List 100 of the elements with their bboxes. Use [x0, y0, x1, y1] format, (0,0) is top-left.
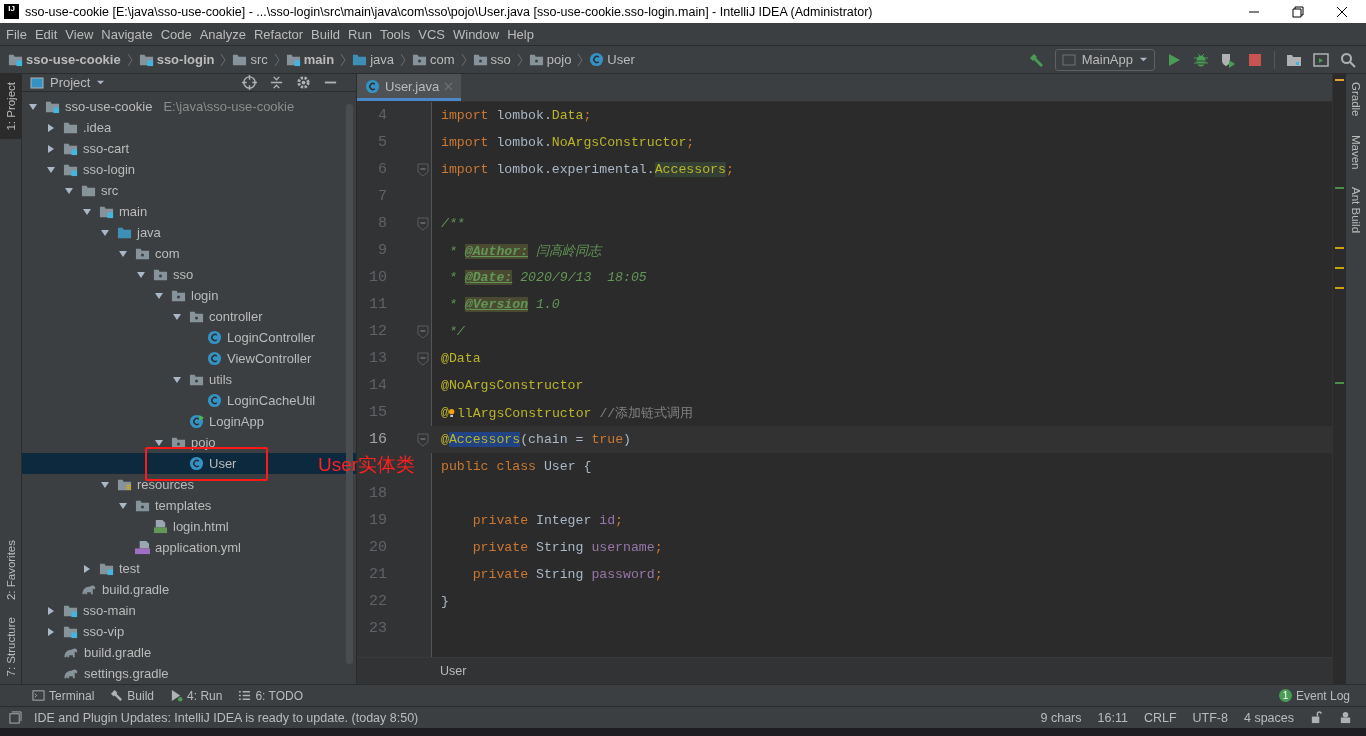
- menu-item[interactable]: Run: [344, 26, 376, 42]
- bug-icon[interactable]: [1193, 51, 1209, 68]
- status-item[interactable]: 4 spaces: [1243, 710, 1294, 725]
- settings-icon[interactable]: [296, 75, 311, 90]
- breadcrumb-item[interactable]: sso-login: [138, 52, 215, 67]
- tree-item[interactable]: LoginApp: [22, 411, 264, 432]
- expanded-arrow-icon[interactable]: [154, 290, 164, 301]
- tree-item[interactable]: sso: [22, 264, 194, 285]
- menu-item[interactable]: View: [61, 26, 98, 42]
- fold-marker-icon[interactable]: [417, 432, 429, 447]
- stop-icon[interactable]: [1247, 51, 1263, 68]
- run-icon[interactable]: [1166, 51, 1182, 68]
- tool-window-tab[interactable]: Maven: [1346, 130, 1366, 174]
- tree-item[interactable]: login.html: [22, 516, 229, 537]
- menu-item[interactable]: Analyze: [195, 26, 250, 42]
- status-item[interactable]: CRLF: [1143, 710, 1177, 725]
- menu-item[interactable]: Navigate: [97, 26, 157, 42]
- tree-item[interactable]: ViewController: [22, 348, 312, 369]
- menu-item[interactable]: Help: [503, 26, 538, 42]
- expanded-arrow-icon[interactable]: [136, 269, 146, 280]
- tree-item[interactable]: sso-use-cookie E:\java\sso-use-cookie: [22, 96, 295, 117]
- expanded-arrow-icon[interactable]: [118, 248, 128, 259]
- inspector-icon[interactable]: [1339, 711, 1352, 724]
- tool-window-button[interactable]: Terminal: [32, 688, 95, 703]
- status-item[interactable]: 9 chars: [1040, 710, 1082, 725]
- restore-icon[interactable]: [1292, 5, 1304, 18]
- tree-item[interactable]: .idea: [22, 117, 112, 138]
- status-item[interactable]: UTF-8: [1192, 710, 1228, 725]
- tool-window-button[interactable]: 6: TODO: [238, 688, 303, 703]
- fold-marker-icon[interactable]: [417, 324, 429, 339]
- tool-window-tab[interactable]: 1: Project: [0, 74, 21, 139]
- tree-item[interactable]: sso-login: [22, 159, 136, 180]
- shield-icon[interactable]: [1220, 51, 1236, 68]
- collapsed-arrow-icon[interactable]: [46, 122, 56, 133]
- collapsed-arrow-icon[interactable]: [82, 563, 92, 574]
- menu-item[interactable]: File: [2, 26, 31, 42]
- tree-item[interactable]: LoginController: [22, 327, 316, 348]
- expanded-arrow-icon[interactable]: [172, 311, 182, 322]
- collapsed-arrow-icon[interactable]: [46, 626, 56, 637]
- expanded-arrow-icon[interactable]: [46, 164, 56, 175]
- tree-item[interactable]: login: [22, 285, 219, 306]
- breadcrumb-item[interactable]: java: [352, 52, 394, 67]
- tree-item[interactable]: LoginCacheUtil: [22, 390, 316, 411]
- menu-item[interactable]: Build: [307, 26, 344, 42]
- menu-item[interactable]: VCS: [414, 26, 449, 42]
- event-log-button[interactable]: 1 Event Log: [1278, 688, 1350, 703]
- menu-item[interactable]: Edit: [30, 26, 62, 42]
- editor-breadcrumb[interactable]: User: [440, 664, 467, 678]
- project-view-dropdown[interactable]: Project: [30, 75, 106, 90]
- tool-window-tab[interactable]: 7: Structure: [0, 608, 21, 684]
- expanded-arrow-icon[interactable]: [100, 227, 110, 238]
- lock-icon[interactable]: [1310, 711, 1323, 724]
- panel-toggle-icon[interactable]: [9, 711, 22, 724]
- tool-window-button[interactable]: 4: Run: [170, 688, 223, 703]
- tree-item[interactable]: com: [22, 243, 180, 264]
- collapsed-arrow-icon[interactable]: [46, 143, 56, 154]
- status-item[interactable]: 16:11: [1097, 710, 1128, 725]
- collapse-icon[interactable]: [269, 75, 284, 90]
- tree-item[interactable]: controller: [22, 306, 263, 327]
- breadcrumb-item[interactable]: sso-use-cookie: [8, 52, 121, 67]
- menu-item[interactable]: Code: [156, 26, 196, 42]
- expanded-arrow-icon[interactable]: [28, 101, 38, 112]
- fold-marker-icon[interactable]: [417, 351, 429, 366]
- tree-item[interactable]: main: [22, 201, 148, 222]
- tool-window-tab[interactable]: 2: Favorites: [0, 532, 21, 609]
- fold-marker-icon[interactable]: [417, 216, 429, 231]
- tree-item[interactable]: build.gradle: [22, 579, 170, 600]
- collapsed-arrow-icon[interactable]: [46, 605, 56, 616]
- console-icon[interactable]: [1313, 51, 1329, 68]
- tree-item[interactable]: sso-main: [22, 600, 136, 621]
- editor-tab[interactable]: User.java: [357, 74, 462, 101]
- tree-item[interactable]: build.gradle: [22, 642, 152, 663]
- menu-item[interactable]: Refactor: [249, 26, 308, 42]
- fold-marker-icon[interactable]: [417, 162, 429, 177]
- tree-item[interactable]: java: [22, 222, 161, 243]
- close-icon[interactable]: [1336, 5, 1348, 18]
- breadcrumb-item[interactable]: src: [232, 52, 268, 67]
- breadcrumb-item[interactable]: com: [412, 52, 455, 67]
- breadcrumb-item[interactable]: sso: [472, 52, 511, 67]
- search-icon[interactable]: [1340, 51, 1356, 68]
- expanded-arrow-icon[interactable]: [64, 185, 74, 196]
- breadcrumb-item[interactable]: pojo: [528, 52, 572, 67]
- tree-item[interactable]: templates: [22, 495, 212, 516]
- expanded-arrow-icon[interactable]: [172, 374, 182, 385]
- tool-window-button[interactable]: Build: [110, 688, 155, 703]
- tree-item[interactable]: test: [22, 558, 140, 579]
- expanded-arrow-icon[interactable]: [118, 500, 128, 511]
- crosshair-icon[interactable]: [242, 75, 257, 90]
- expanded-arrow-icon[interactable]: [82, 206, 92, 217]
- breadcrumb-item[interactable]: main: [285, 52, 335, 67]
- tool-window-tab[interactable]: Ant Build: [1346, 183, 1366, 238]
- menu-item[interactable]: Tools: [375, 26, 415, 42]
- tree-item[interactable]: utils: [22, 369, 233, 390]
- tool-window-tab[interactable]: Gradle: [1346, 78, 1366, 121]
- expanded-arrow-icon[interactable]: [100, 479, 110, 490]
- tree-item[interactable]: sso-vip: [22, 621, 125, 642]
- tree-item[interactable]: sso-cart: [22, 138, 130, 159]
- tree-item[interactable]: settings.gradle: [22, 663, 169, 684]
- tree-item[interactable]: resources: [22, 474, 195, 495]
- run-config-dropdown[interactable]: MainApp: [1054, 48, 1155, 71]
